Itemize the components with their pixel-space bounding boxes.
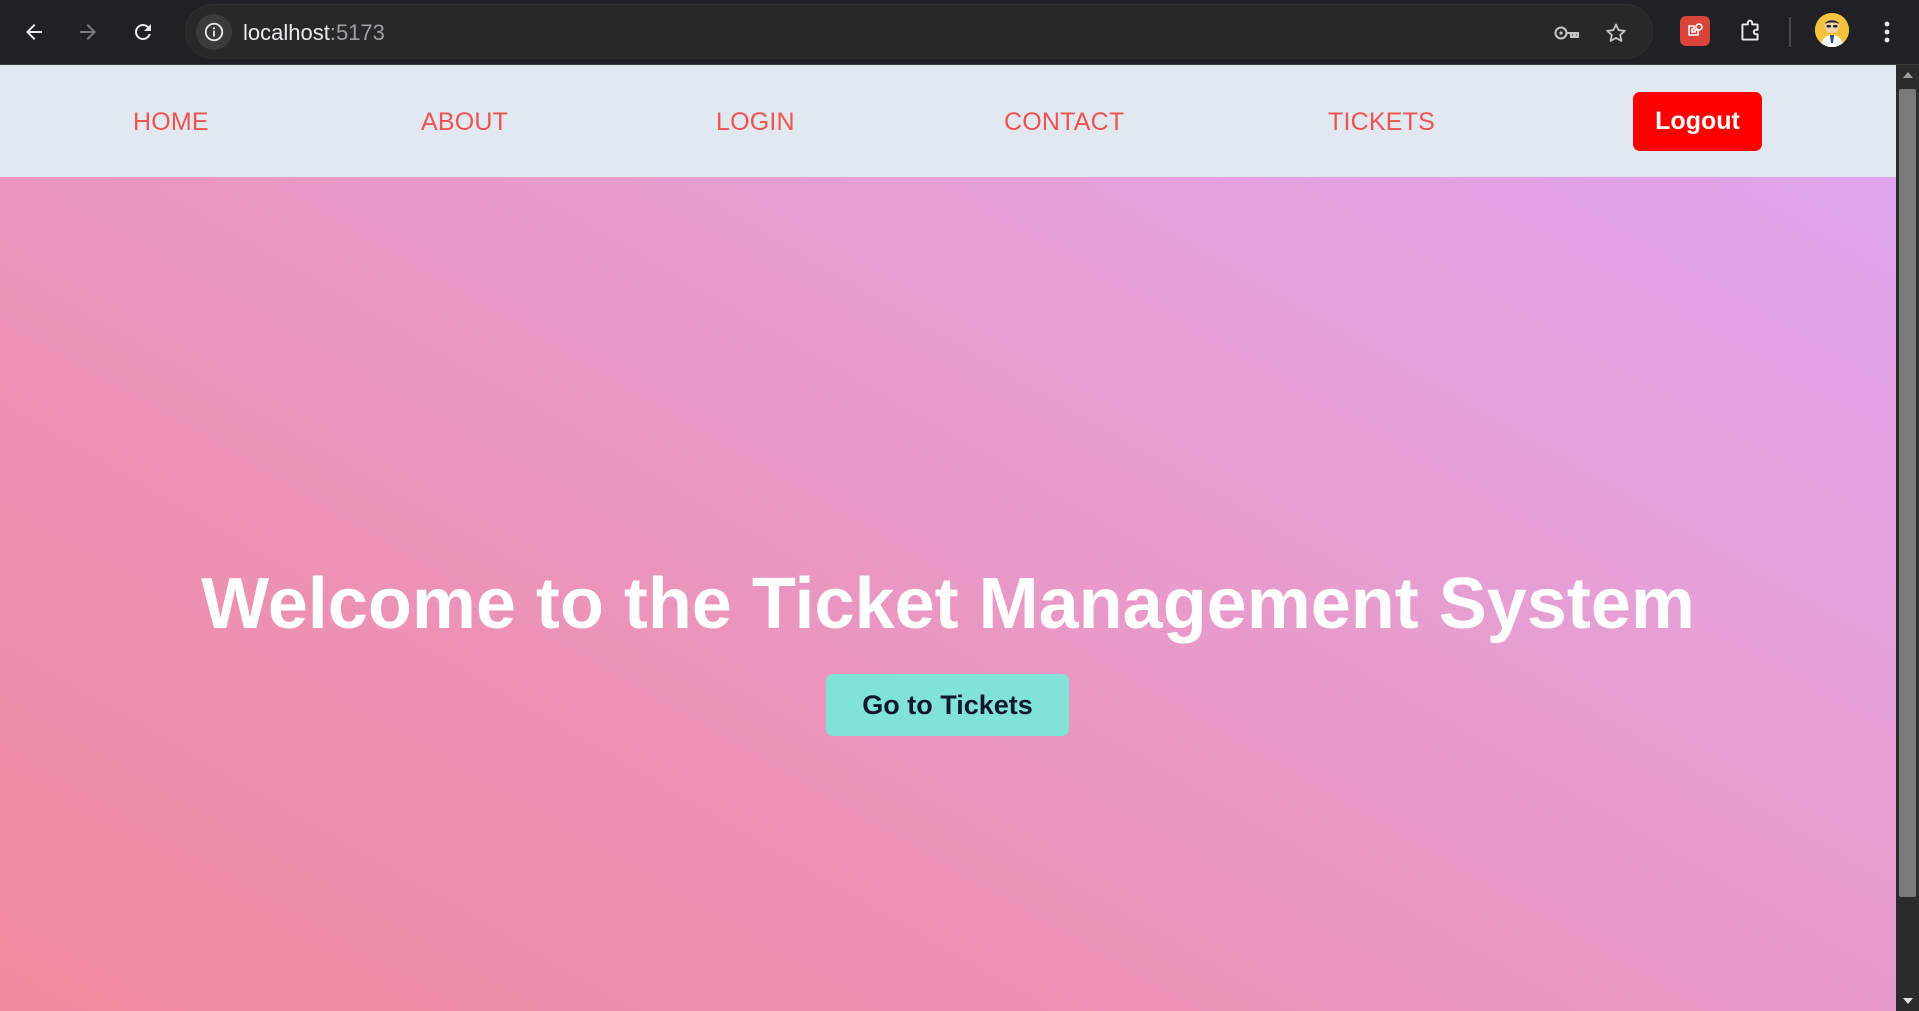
page-scrollbar[interactable]: [1896, 65, 1919, 1011]
scroll-down-arrow[interactable]: [1896, 991, 1919, 1011]
profile-avatar[interactable]: [1815, 13, 1849, 47]
go-to-tickets-button[interactable]: Go to Tickets: [826, 674, 1069, 736]
key-icon: [1554, 26, 1579, 40]
extension-button[interactable]: [1680, 16, 1710, 46]
nav-link-login[interactable]: LOGIN: [716, 107, 795, 137]
nav-link-tickets[interactable]: TICKETS: [1328, 107, 1435, 137]
logout-button[interactable]: Logout: [1633, 92, 1762, 151]
toolbar-divider: [1789, 17, 1791, 47]
extension-badge-icon: [1688, 23, 1703, 36]
triangle-down-icon: [1902, 998, 1913, 1004]
info-icon: [204, 22, 224, 42]
forward-button[interactable]: [66, 10, 110, 54]
hero-section: Welcome to the Ticket Management System …: [0, 177, 1896, 1011]
scrollbar-thumb[interactable]: [1899, 89, 1916, 897]
url-host: localhost: [243, 20, 330, 45]
kebab-menu-icon: [1884, 21, 1890, 43]
extensions-menu-button[interactable]: [1728, 10, 1772, 54]
arrow-right-icon: [80, 24, 96, 40]
nav-link-home[interactable]: HOME: [133, 107, 209, 137]
page-viewport: HOME ABOUT LOGIN CONTACT TICKETS Logout …: [0, 65, 1896, 1011]
puzzle-icon: [1741, 19, 1759, 41]
star-icon: [1606, 23, 1626, 42]
browser-menu-button[interactable]: [1865, 10, 1909, 54]
navbar: HOME ABOUT LOGIN CONTACT TICKETS Logout: [0, 65, 1896, 177]
password-manager-button[interactable]: [1551, 17, 1583, 49]
browser-toolbar: localhost:5173: [0, 0, 1919, 65]
url-port: :5173: [329, 20, 385, 45]
reload-button[interactable]: [121, 10, 165, 54]
avatar-icon: [1815, 13, 1849, 47]
reload-icon: [135, 24, 151, 40]
nav-link-contact[interactable]: CONTACT: [1004, 107, 1124, 137]
scroll-up-arrow[interactable]: [1896, 65, 1919, 85]
triangle-up-icon: [1902, 72, 1913, 78]
hero-title: Welcome to the Ticket Management System: [201, 564, 1695, 644]
url-text[interactable]: localhost:5173: [243, 20, 385, 46]
bookmark-button[interactable]: [1600, 17, 1632, 49]
arrow-left-icon: [26, 24, 42, 40]
back-button[interactable]: [12, 10, 56, 54]
nav-link-about[interactable]: ABOUT: [421, 107, 508, 137]
site-info-button[interactable]: [196, 14, 232, 50]
address-bar[interactable]: localhost:5173: [185, 4, 1653, 59]
